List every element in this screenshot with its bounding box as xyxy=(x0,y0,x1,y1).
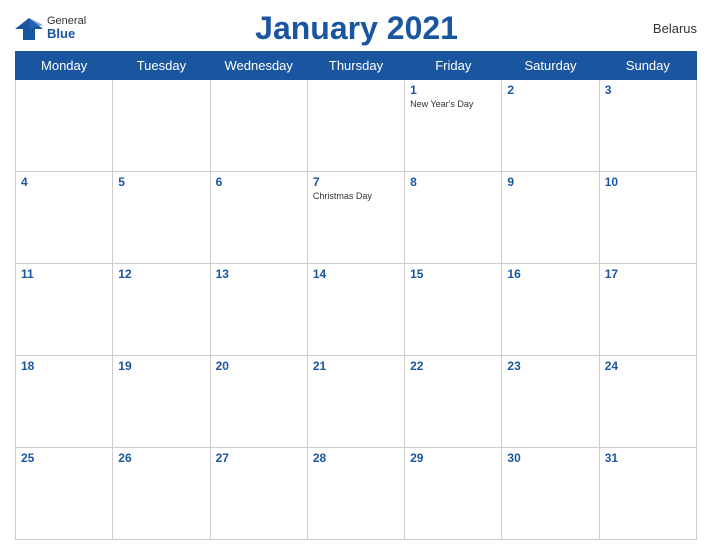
day-cell-3-2: 20 xyxy=(210,356,307,448)
logo-blue: Blue xyxy=(47,27,86,41)
day-number: 24 xyxy=(605,359,691,373)
day-number: 8 xyxy=(410,175,496,189)
header-friday: Friday xyxy=(405,52,502,80)
day-cell-3-6: 24 xyxy=(599,356,696,448)
day-cell-4-3: 28 xyxy=(307,448,404,540)
week-row-3: 11 12 13 14 15 16 17 xyxy=(16,264,697,356)
day-cell-0-3 xyxy=(307,80,404,172)
day-number: 30 xyxy=(507,451,593,465)
day-cell-4-2: 27 xyxy=(210,448,307,540)
week-row-4: 18 19 20 21 22 23 24 xyxy=(16,356,697,448)
day-cell-2-1: 12 xyxy=(113,264,210,356)
day-number: 25 xyxy=(21,451,107,465)
logo: General Blue xyxy=(15,15,86,43)
day-cell-4-0: 25 xyxy=(16,448,113,540)
day-cell-1-0: 4 xyxy=(16,172,113,264)
day-cell-0-0 xyxy=(16,80,113,172)
day-number: 28 xyxy=(313,451,399,465)
day-number: 26 xyxy=(118,451,204,465)
day-number: 4 xyxy=(21,175,107,189)
day-cell-3-3: 21 xyxy=(307,356,404,448)
calendar-header: General Blue January 2021 Belarus xyxy=(15,10,697,47)
day-number: 6 xyxy=(216,175,302,189)
day-cell-1-4: 8 xyxy=(405,172,502,264)
header-thursday: Thursday xyxy=(307,52,404,80)
day-number: 16 xyxy=(507,267,593,281)
day-number: 7 xyxy=(313,175,399,189)
day-number: 14 xyxy=(313,267,399,281)
day-number: 11 xyxy=(21,267,107,281)
day-cell-4-1: 26 xyxy=(113,448,210,540)
day-number: 31 xyxy=(605,451,691,465)
day-cell-2-6: 17 xyxy=(599,264,696,356)
day-number: 29 xyxy=(410,451,496,465)
day-cell-4-5: 30 xyxy=(502,448,599,540)
day-cell-4-4: 29 xyxy=(405,448,502,540)
day-number: 12 xyxy=(118,267,204,281)
day-number: 15 xyxy=(410,267,496,281)
day-cell-2-4: 15 xyxy=(405,264,502,356)
day-number: 19 xyxy=(118,359,204,373)
days-header-row: Monday Tuesday Wednesday Thursday Friday… xyxy=(16,52,697,80)
week-row-5: 25 26 27 28 29 30 31 xyxy=(16,448,697,540)
day-number: 5 xyxy=(118,175,204,189)
day-number: 21 xyxy=(313,359,399,373)
day-number: 3 xyxy=(605,83,691,97)
calendar-title: January 2021 xyxy=(86,10,627,47)
header-tuesday: Tuesday xyxy=(113,52,210,80)
header-wednesday: Wednesday xyxy=(210,52,307,80)
day-cell-2-0: 11 xyxy=(16,264,113,356)
day-cell-0-2 xyxy=(210,80,307,172)
day-cell-2-2: 13 xyxy=(210,264,307,356)
day-number: 18 xyxy=(21,359,107,373)
holiday-name: New Year's Day xyxy=(410,99,496,109)
header-monday: Monday xyxy=(16,52,113,80)
day-cell-0-1 xyxy=(113,80,210,172)
day-number: 2 xyxy=(507,83,593,97)
holiday-name: Christmas Day xyxy=(313,191,399,201)
day-cell-0-5: 2 xyxy=(502,80,599,172)
day-cell-1-3: 7 Christmas Day xyxy=(307,172,404,264)
day-cell-3-4: 22 xyxy=(405,356,502,448)
day-cell-3-5: 23 xyxy=(502,356,599,448)
day-cell-3-1: 19 xyxy=(113,356,210,448)
day-cell-2-3: 14 xyxy=(307,264,404,356)
week-row-2: 4567 Christmas Day 89 10 xyxy=(16,172,697,264)
day-number: 27 xyxy=(216,451,302,465)
logo-bird-icon xyxy=(15,15,43,43)
day-cell-3-0: 18 xyxy=(16,356,113,448)
day-cell-1-2: 6 xyxy=(210,172,307,264)
day-cell-4-6: 31 xyxy=(599,448,696,540)
calendar-table: Monday Tuesday Wednesday Thursday Friday… xyxy=(15,51,697,540)
day-number: 23 xyxy=(507,359,593,373)
header-saturday: Saturday xyxy=(502,52,599,80)
day-cell-1-1: 5 xyxy=(113,172,210,264)
day-number: 17 xyxy=(605,267,691,281)
day-number: 1 xyxy=(410,83,496,97)
day-cell-2-5: 16 xyxy=(502,264,599,356)
day-number: 9 xyxy=(507,175,593,189)
country-label: Belarus xyxy=(627,21,697,36)
day-cell-1-6: 10 xyxy=(599,172,696,264)
day-number: 20 xyxy=(216,359,302,373)
day-number: 13 xyxy=(216,267,302,281)
day-number: 10 xyxy=(605,175,691,189)
header-sunday: Sunday xyxy=(599,52,696,80)
day-cell-0-4: 1 New Year's Day xyxy=(405,80,502,172)
day-number: 22 xyxy=(410,359,496,373)
week-row-1: 1 New Year's Day 23 xyxy=(16,80,697,172)
day-cell-0-6: 3 xyxy=(599,80,696,172)
day-cell-1-5: 9 xyxy=(502,172,599,264)
logo-text: General Blue xyxy=(47,15,86,41)
